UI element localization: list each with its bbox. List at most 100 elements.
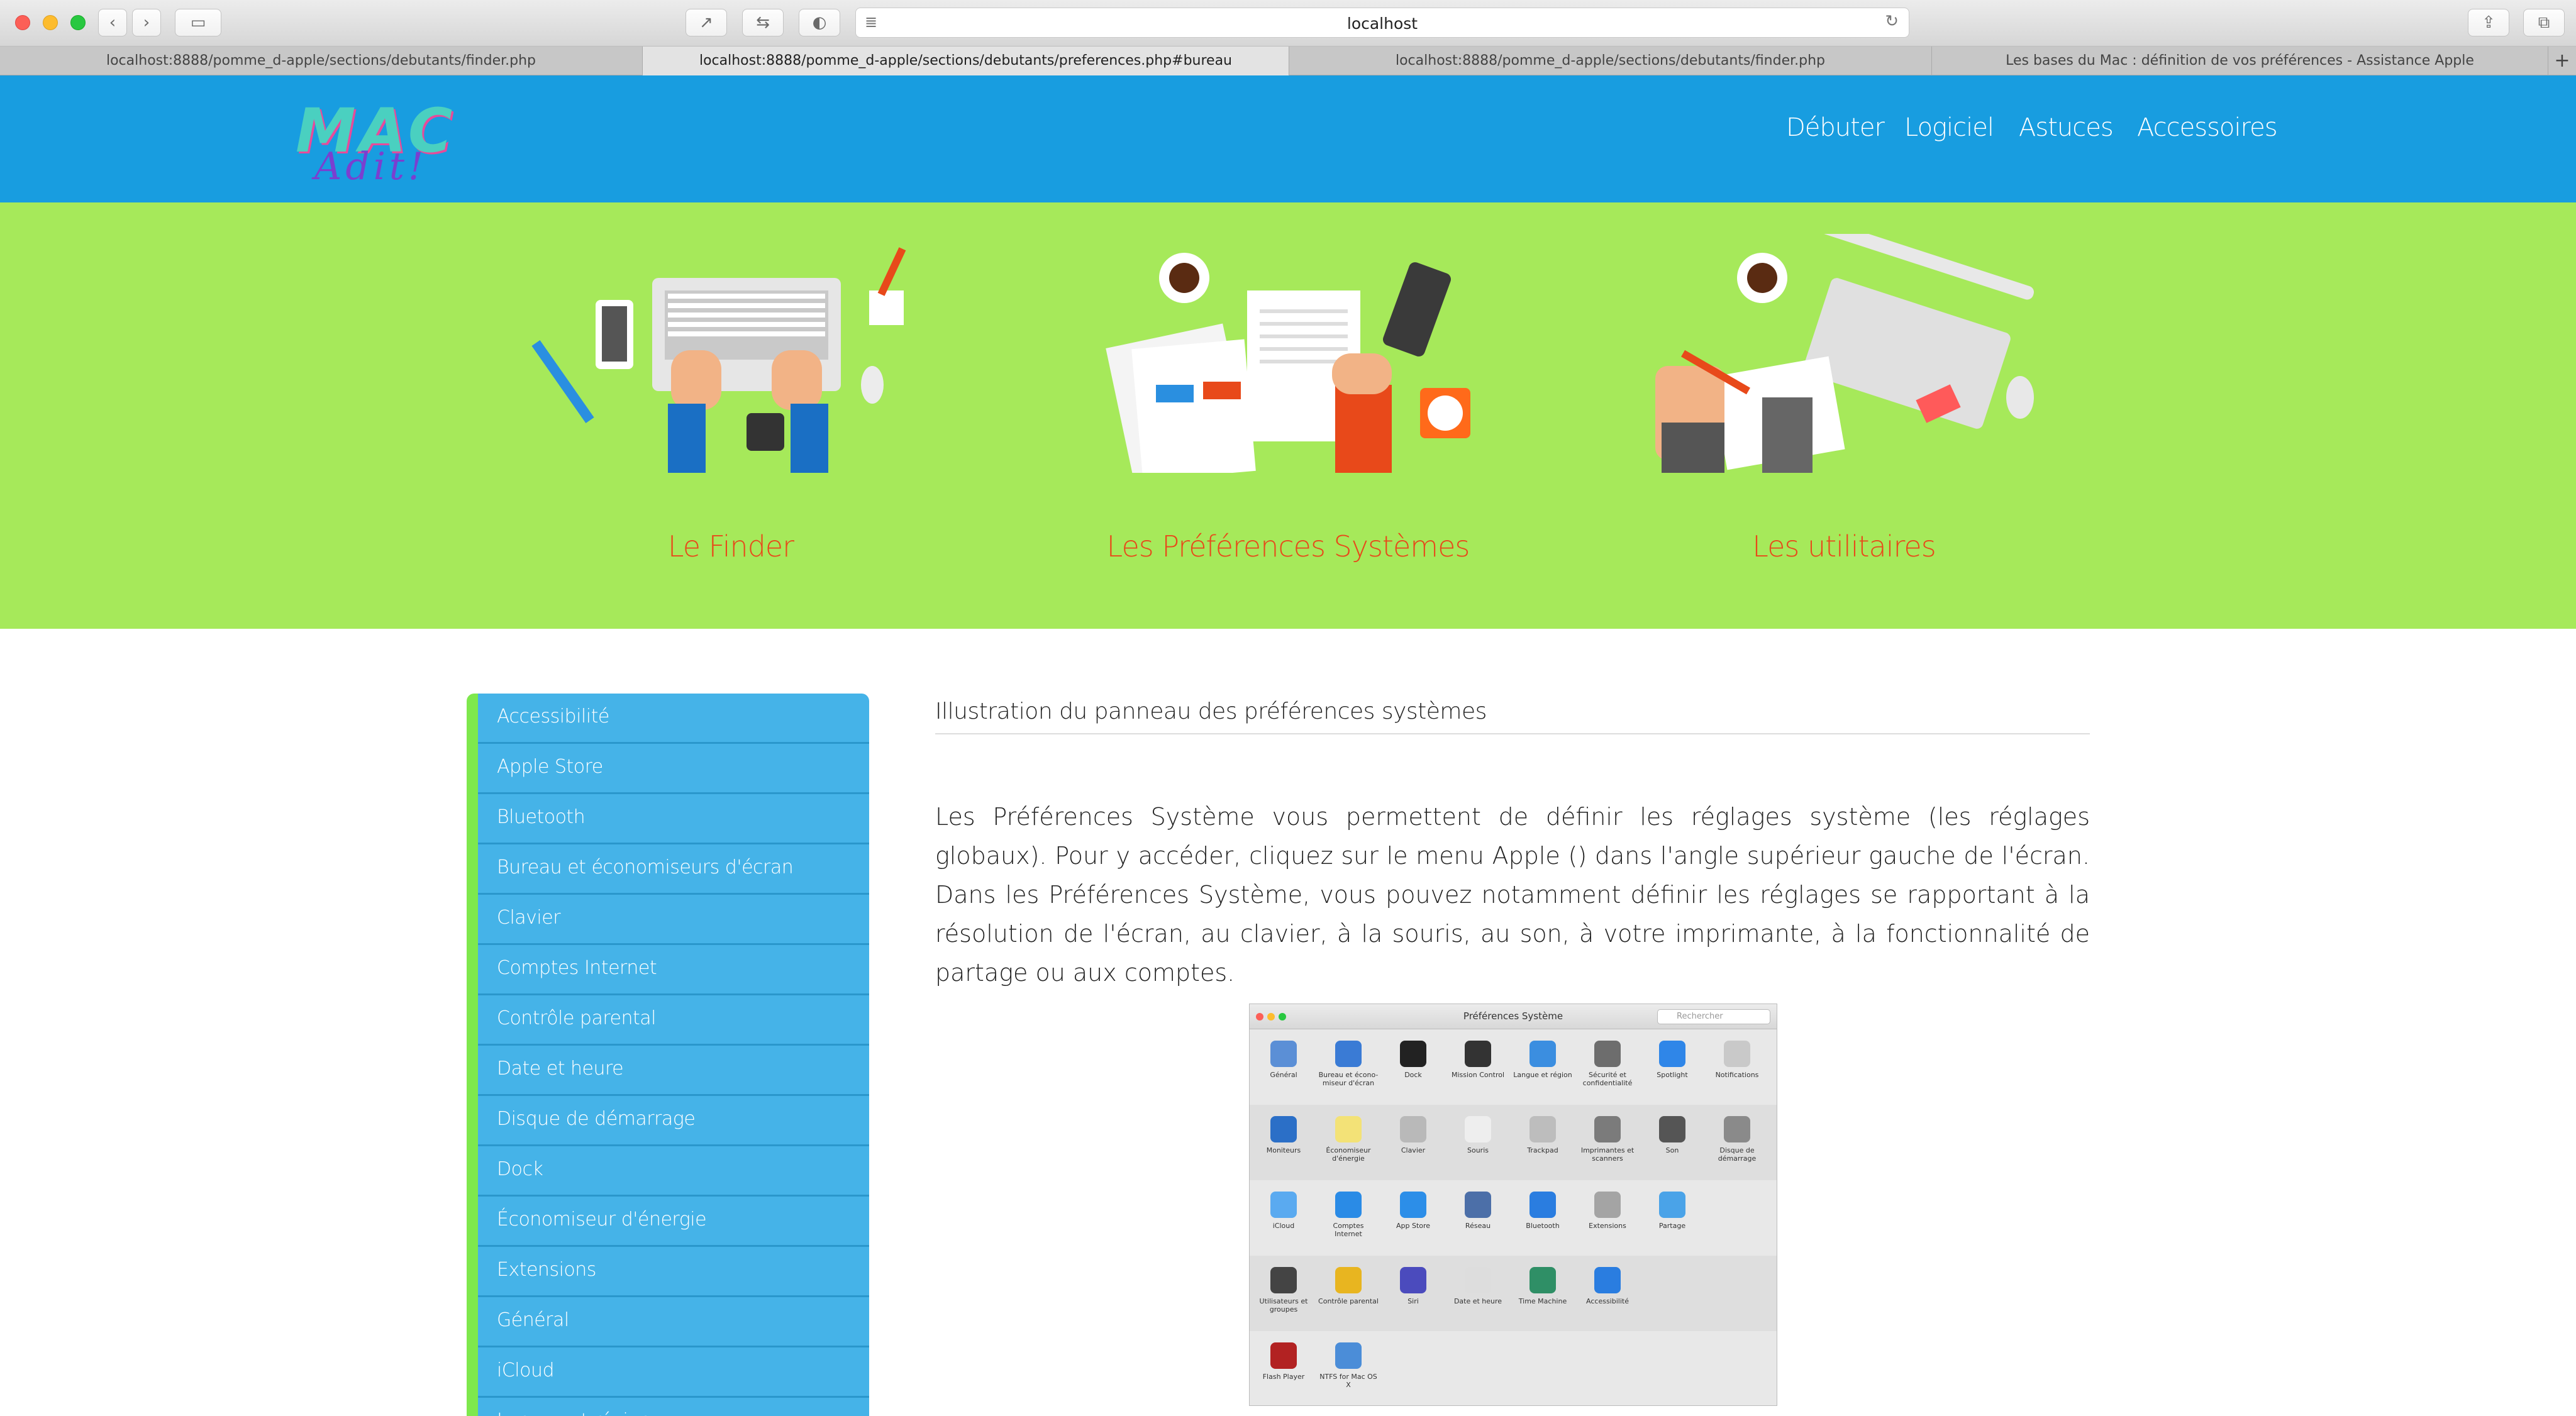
back-button[interactable]: ‹ [98,9,127,36]
prefs-pane-icon [1594,1116,1621,1142]
prefs-pane-icon [1270,1192,1297,1218]
tabs-overview-button[interactable]: ⧉ [2523,9,2565,36]
extension-button-3[interactable]: ◐ [799,9,840,36]
main-content: Illustration du panneau des préférences … [935,694,2090,992]
prefs-pane-label: Flash Player [1262,1373,1305,1381]
browser-tab[interactable]: Les bases du Mac : définition de vos pré… [1932,47,2548,75]
sidebar-item[interactable]: Contrôle parental [478,995,869,1046]
prefs-row: Flash Player NTFS for Mac OS X [1250,1331,1777,1405]
prefs-pane-label: Langue et région [1513,1071,1572,1079]
laptop-illustration [531,247,906,473]
sidebar-item[interactable]: Comptes Internet [478,945,869,995]
prefs-pane-icon [1724,1116,1750,1142]
preferences-sidebar: Accessibilité Apple Store Bluetooth Bure… [467,694,869,1416]
prefs-pane-item: Général [1253,1041,1314,1079]
sidebar-item[interactable]: Disque de démarrage [478,1096,869,1146]
reload-icon[interactable]: ↻ [1885,12,1899,31]
new-tab-button[interactable]: + [2548,47,2576,75]
sidebar-item[interactable]: Extensions [478,1247,869,1297]
sidebar-item[interactable]: Clavier [478,895,869,945]
section-title: Illustration du panneau des préférences … [935,699,2090,734]
sidebar-item[interactable]: Bluetooth [478,794,869,844]
prefs-pane-label: Sécurité et confidentialité [1582,1071,1633,1087]
sidebar-item[interactable]: Bureau et économiseurs d'écran [478,844,869,895]
zoom-window-button[interactable] [70,15,86,30]
nav-logiciel[interactable]: Logiciel [1904,113,1994,142]
prefs-pane-item: Date et heure [1448,1267,1508,1305]
share-button[interactable]: ⇪ [2468,9,2509,36]
sidebar-item[interactable]: Date et heure [478,1046,869,1096]
prefs-pane-label: Accessibilité [1586,1297,1629,1305]
prefs-pane-item: Time Machine [1513,1267,1573,1305]
prefs-pane-label: Clavier [1401,1146,1426,1154]
hero-banner: Le Finder Les Préférences Systèmes Les u… [0,202,2576,629]
prefs-pane-icon [1335,1041,1362,1067]
sidebar-item[interactable]: Apple Store [478,744,869,794]
category-utilities[interactable]: Les utilitaires [1624,202,2064,629]
extension-button[interactable]: ↗ [686,9,727,36]
prefs-pane-label: Comptes Internet [1333,1222,1364,1238]
page: { "browser": { "url": "localhost", "tabs… [0,0,2576,1416]
prefs-pane-item: Extensions [1577,1192,1638,1230]
prefs-pane-icon [1335,1267,1362,1293]
category-label: Les utilitaires [1752,529,1936,563]
prefs-pane-item: Mission Control [1448,1041,1508,1079]
sidebar-toggle-button[interactable]: ▭ [175,9,221,36]
prefs-search: Rechercher [1657,1009,1770,1024]
browser-tab[interactable]: localhost:8888/pomme_d-apple/sections/de… [0,47,643,75]
close-window-button[interactable] [15,15,30,30]
forward-button[interactable]: › [132,9,161,36]
prefs-titlebar: Préférences Système Rechercher [1250,1004,1777,1029]
prefs-pane-icon [1594,1041,1621,1067]
prefs-pane-label: Trackpad [1527,1146,1558,1154]
prefs-pane-item: Dock [1383,1041,1443,1079]
browser-tab-active[interactable]: localhost:8888/pomme_d-apple/sections/de… [643,47,1289,75]
prefs-row: iCloud Comptes Internet App Store Réseau Blu… [1250,1180,1777,1256]
prefs-pane-icon [1465,1041,1491,1067]
extension-button-2[interactable]: ⇆ [742,9,784,36]
prefs-row: Moniteurs Économiseur d'énergie Clavier Sou… [1250,1105,1777,1180]
sidebar-item[interactable]: Dock [478,1146,869,1197]
share-icon: ⇪ [2482,13,2496,32]
category-preferences[interactable]: Les Préférences Systèmes [1068,202,1508,629]
logo-line-2: Adit! [314,145,428,189]
site-logo[interactable]: MAC Adit! [296,96,484,190]
tab-title: Les bases du Mac : définition de vos pré… [2006,53,2474,69]
sidebar-item[interactable]: Langue et région [478,1398,869,1416]
prefs-pane-icon [1270,1041,1297,1067]
category-finder[interactable]: Le Finder [511,202,951,629]
prefs-pane-label: Moniteurs [1266,1146,1301,1154]
prefs-pane-label: Réseau [1465,1222,1491,1230]
prefs-pane-item: Langue et région [1513,1041,1573,1079]
prefs-pane-item: Flash Player [1253,1342,1314,1381]
prefs-pane-label: Contrôle parental [1318,1297,1379,1305]
prefs-pane-item: Bluetooth [1513,1192,1573,1230]
nav-debuter[interactable]: Débuter [1786,113,1885,142]
prefs-pane-label: Time Machine [1518,1297,1567,1305]
sidebar-item[interactable]: iCloud [478,1347,869,1398]
prefs-pane-icon [1530,1267,1556,1293]
url-bar[interactable]: ≣ localhost ↻ [855,8,1909,38]
system-preferences-image: Préférences Système Rechercher Général Bu… [1249,1004,1777,1406]
browser-tab[interactable]: localhost:8888/pomme_d-apple/sections/de… [1289,47,1932,75]
minimize-window-button[interactable] [43,15,58,30]
prefs-row: Utilisateurs et groupes Contrôle parental… [1250,1256,1777,1331]
nav-accessoires[interactable]: Accessoires [2137,113,2278,142]
prefs-pane-item: Clavier [1383,1116,1443,1154]
nav-astuces[interactable]: Astuces [2019,113,2114,142]
prefs-row: Général Bureau et écono-miseur d'écran Doc… [1250,1029,1777,1105]
prefs-pane-label: Dock [1404,1071,1422,1079]
tab-title: localhost:8888/pomme_d-apple/sections/de… [699,53,1233,69]
tabs-icon: ⧉ [2538,13,2550,32]
prefs-pane-icon [1465,1116,1491,1142]
prefs-pane-item: Réseau [1448,1192,1508,1230]
prefs-pane-item: Siri [1383,1267,1443,1305]
sidebar-item[interactable]: Accessibilité [478,694,869,744]
sidebar-item[interactable]: Général [478,1297,869,1347]
prefs-pane-icon [1659,1192,1685,1218]
chevron-right-icon: › [143,13,150,32]
prefs-pane-label: Disque de démarrage [1718,1146,1757,1163]
tab-strip: localhost:8888/pomme_d-apple/sections/de… [0,47,2576,75]
prefs-pane-label: Utilisateurs et groupes [1259,1297,1308,1314]
sidebar-item[interactable]: Économiseur d'énergie [478,1197,869,1247]
